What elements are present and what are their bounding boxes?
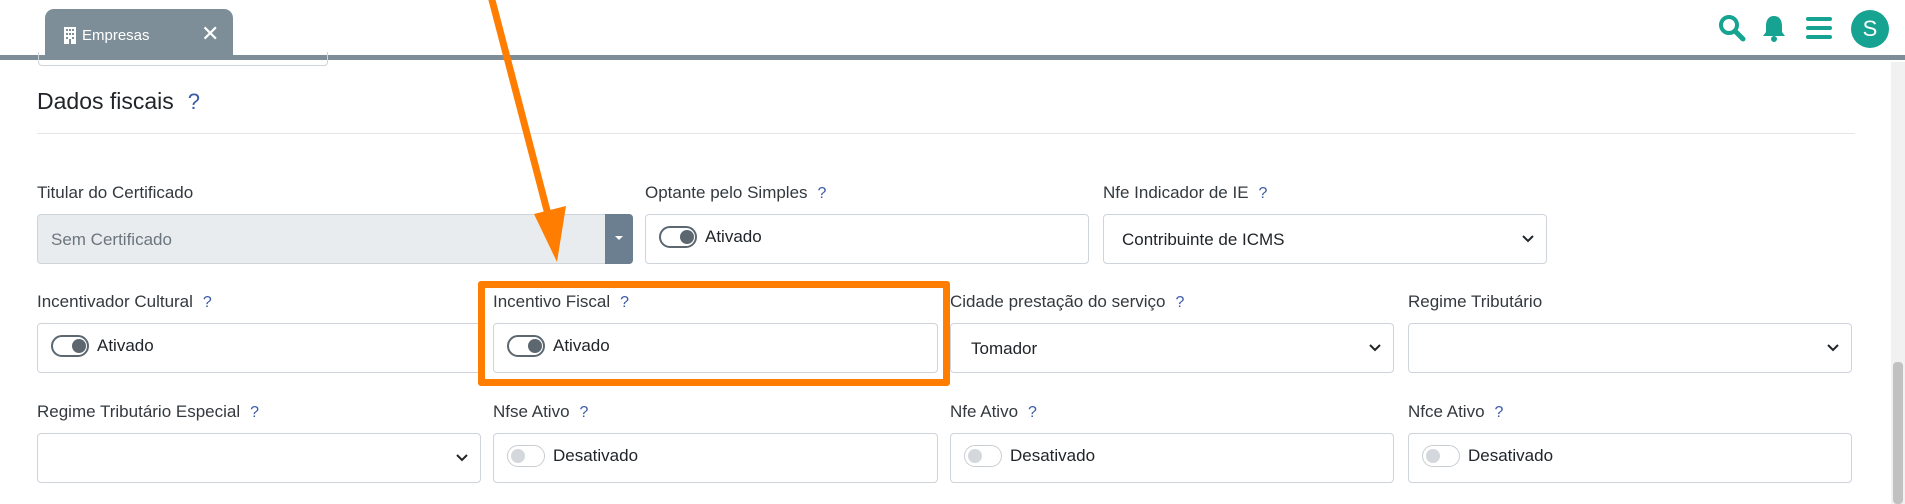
section-title: Dados fiscais?	[37, 88, 200, 115]
toggle-knob	[72, 339, 86, 353]
incentivo-fiscal-field: Ativado	[493, 323, 938, 373]
regime-tributario-especial-select[interactable]	[37, 433, 481, 483]
toggle-state: Desativado	[1010, 446, 1096, 465]
section-title-text: Dados fiscais	[37, 88, 174, 114]
building-icon	[64, 27, 76, 44]
incentivo-fiscal-label: Incentivo Fiscal?	[493, 292, 630, 311]
help-icon[interactable]: ?	[188, 89, 200, 114]
regime-tributario-especial-label: Regime Tributário Especial?	[37, 402, 260, 421]
toggle-knob	[511, 449, 525, 463]
toggle-knob	[680, 230, 694, 244]
caret-down-icon[interactable]	[605, 214, 633, 264]
optante-simples-field: Ativado	[645, 214, 1089, 264]
help-icon[interactable]: ?	[250, 404, 259, 421]
nfce-ativo-label: Nfce Ativo?	[1408, 402, 1504, 421]
close-icon[interactable]: ✕	[201, 23, 219, 45]
nfse-ativo-label: Nfse Ativo?	[493, 402, 589, 421]
chevron-down-icon	[1827, 344, 1839, 352]
help-icon[interactable]: ?	[203, 294, 212, 311]
toggle-switch[interactable]	[964, 445, 1002, 467]
toggle-switch[interactable]	[1422, 445, 1460, 467]
toggle-state: Ativado	[705, 227, 762, 246]
incentivador-cultural-label: Incentivador Cultural?	[37, 292, 212, 311]
cidade-prestacao-label: Cidade prestação do serviço?	[950, 292, 1185, 311]
help-icon[interactable]: ?	[1028, 404, 1037, 421]
toggle-state: Ativado	[553, 336, 610, 355]
section-divider	[37, 133, 1855, 134]
chevron-down-icon	[456, 454, 468, 462]
toggle-state: Desativado	[1468, 446, 1554, 465]
titular-certificado-select[interactable]: Sem Certificado	[37, 214, 633, 264]
help-icon[interactable]: ?	[818, 185, 827, 202]
chevron-down-icon	[1522, 235, 1534, 243]
toggle-knob	[1426, 449, 1440, 463]
titular-certificado-label: Titular do Certificado	[37, 183, 194, 202]
toggle-switch[interactable]	[507, 335, 545, 357]
menu-icon[interactable]	[1806, 17, 1832, 39]
cidade-prestacao-select[interactable]: Tomador	[950, 323, 1394, 373]
cidade-prestacao-value: Tomador	[971, 339, 1038, 358]
regime-tributario-select[interactable]	[1408, 323, 1852, 373]
optante-simples-label: Optante pelo Simples?	[645, 183, 827, 202]
help-icon[interactable]: ?	[1259, 185, 1268, 202]
previous-field	[38, 52, 328, 66]
help-icon[interactable]: ?	[620, 294, 629, 311]
toggle-state: Ativado	[97, 336, 154, 355]
bell-icon[interactable]	[1762, 14, 1786, 42]
tab-label: Empresas	[82, 27, 150, 44]
toggle-knob	[528, 339, 542, 353]
toggle-switch[interactable]	[51, 335, 89, 357]
nfe-indicador-ie-select[interactable]: Contribuinte de ICMS	[1103, 214, 1547, 264]
scrollbar-thumb[interactable]	[1893, 362, 1903, 504]
nfse-ativo-field: Desativado	[493, 433, 938, 483]
regime-tributario-label: Regime Tributário	[1408, 292, 1543, 311]
nfe-ativo-field: Desativado	[950, 433, 1394, 483]
search-icon[interactable]	[1718, 14, 1746, 42]
help-icon[interactable]: ?	[1175, 294, 1184, 311]
incentivador-cultural-field: Ativado	[37, 323, 481, 373]
help-icon[interactable]: ?	[580, 404, 589, 421]
avatar[interactable]: S	[1851, 10, 1889, 48]
help-icon[interactable]: ?	[1495, 404, 1504, 421]
toggle-switch[interactable]	[507, 445, 545, 467]
titular-certificado-value: Sem Certificado	[51, 230, 172, 249]
toggle-knob	[968, 449, 982, 463]
toggle-switch[interactable]	[659, 226, 697, 248]
toggle-state: Desativado	[553, 446, 639, 465]
nfce-ativo-field: Desativado	[1408, 433, 1852, 483]
chevron-down-icon	[1369, 344, 1381, 352]
nfe-indicador-ie-value: Contribuinte de ICMS	[1122, 230, 1285, 249]
nfe-ativo-label: Nfe Ativo?	[950, 402, 1037, 421]
nfe-indicador-ie-label: Nfe Indicador de IE?	[1103, 183, 1268, 202]
